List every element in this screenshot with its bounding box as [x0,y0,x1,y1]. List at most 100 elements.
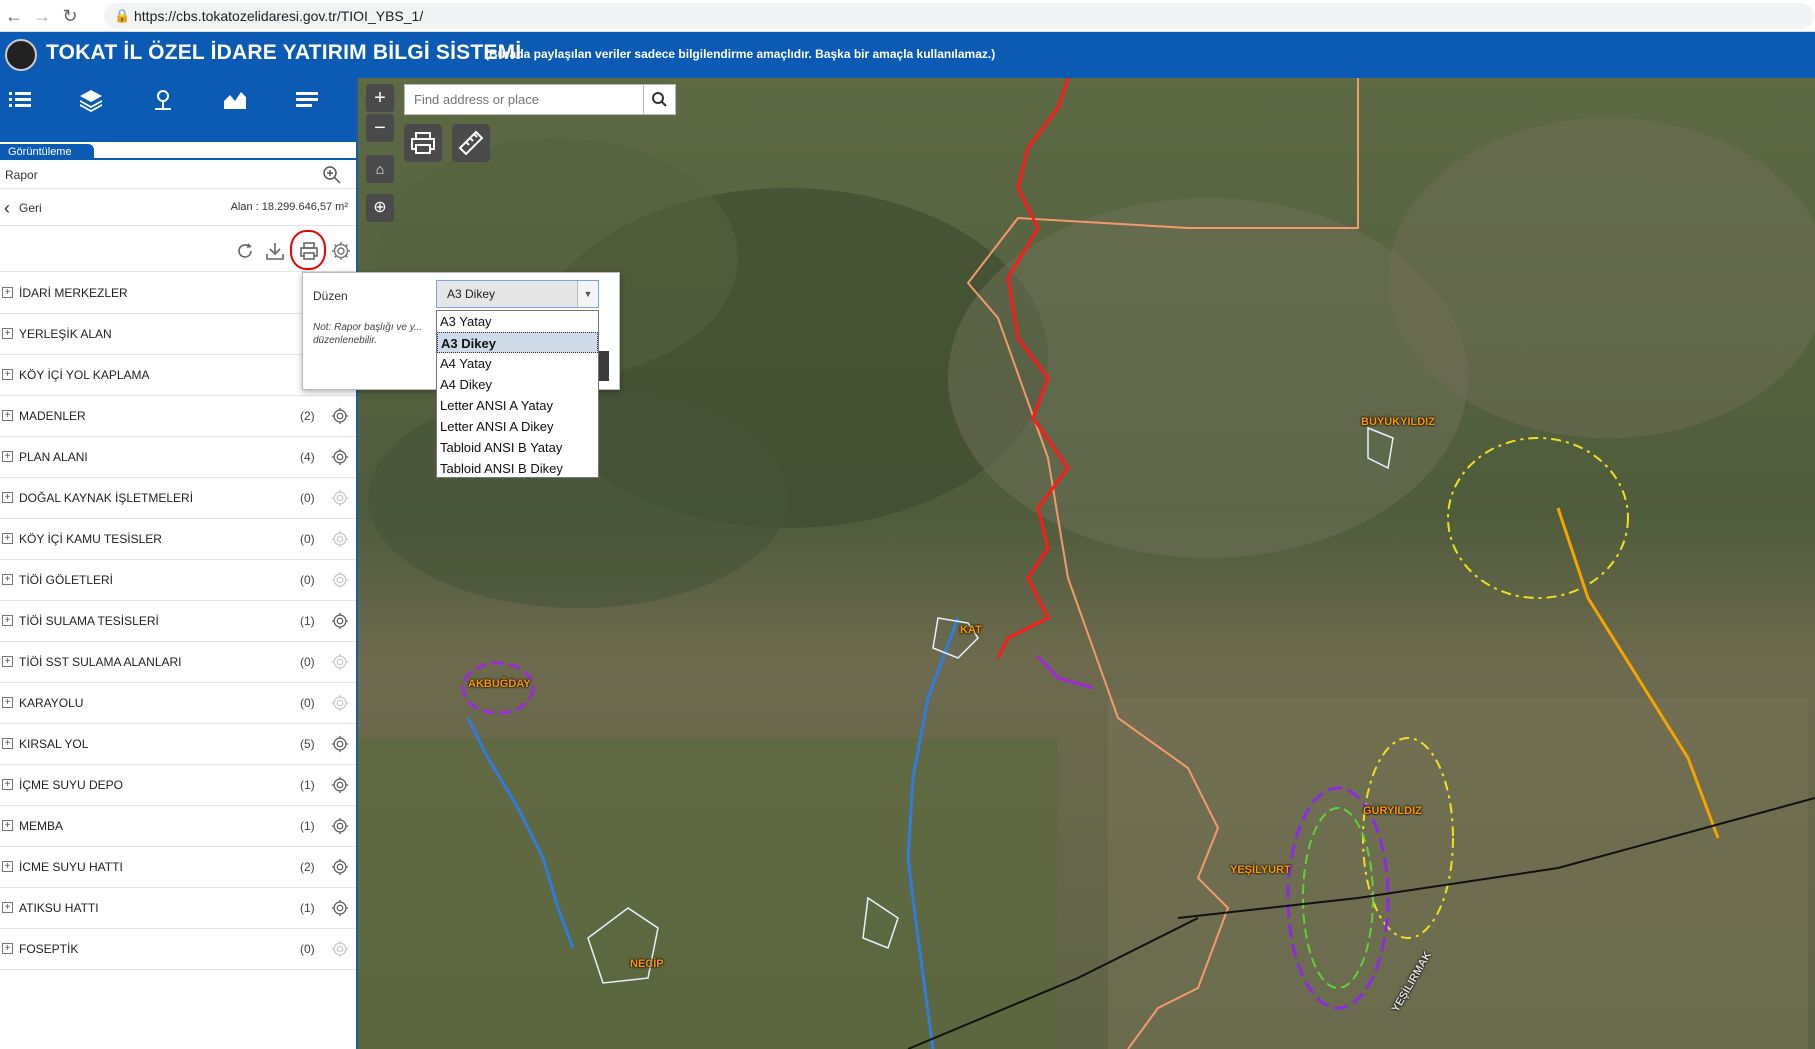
layer-row[interactable]: + KARAYOLU (0) [0,683,356,724]
layer-name: TİÖİ SULAMA TESİSLERİ [19,614,159,628]
layer-row[interactable]: + MADENLER (2) [0,396,356,437]
layout-option[interactable]: Tabloid ANSI B Yatay [437,437,598,458]
layer-name: İDARİ MERKEZLER [19,286,128,300]
expand-plus-icon[interactable]: + [2,492,13,503]
ruler-icon [458,130,484,156]
gear-icon[interactable] [330,816,350,836]
expand-plus-icon[interactable]: + [2,820,13,831]
layout-select-value: A3 Dikey [447,287,496,301]
back-link[interactable]: Geri [19,201,42,215]
layer-row[interactable]: + İCME SUYU HATTI (2) [0,847,356,888]
map-search-input[interactable] [406,86,644,113]
layer-row[interactable]: + FOSEPTİK (0) [0,929,356,970]
gear-icon[interactable] [330,898,350,918]
back-row: ‹ Geri Alan : 18.299.646,57 m² [0,190,356,226]
layer-count: (2) [300,860,315,874]
layout-select[interactable]: A3 Dikey ▼ [436,280,599,308]
layers-icon[interactable] [77,87,105,113]
layout-option[interactable]: Letter ANSI A Yatay [437,395,598,416]
expand-plus-icon[interactable]: + [2,369,13,380]
layer-row[interactable]: + PLAN ALANI (4) [0,437,356,478]
sidebar-subbar [0,122,356,142]
layer-row[interactable]: + KIRSAL YOL (5) [0,724,356,765]
expand-plus-icon[interactable]: + [2,902,13,913]
layer-row[interactable]: + İÇME SUYU DEPO (1) [0,765,356,806]
search-button[interactable] [643,85,675,114]
layer-row[interactable]: + TİÖİ SST SULAMA ALANLARI (0) [0,642,356,683]
layer-row[interactable]: + TİÖİ SULAMA TESİSLERİ (1) [0,601,356,642]
expand-plus-icon[interactable]: + [2,574,13,585]
forward-arrow-icon[interactable]: → [30,4,54,28]
refresh-icon[interactable] [234,240,256,262]
locate-button[interactable]: ⊕ [366,194,394,222]
layout-option[interactable]: A4 Dikey [437,374,598,395]
gear-icon[interactable] [330,857,350,877]
gear-icon[interactable] [330,447,350,467]
layer-name: MADENLER [19,409,86,423]
layer-row[interactable]: + DOĞAL KAYNAK İŞLETMELERİ (0) [0,478,356,519]
layout-option[interactable]: Letter ANSI A Dikey [437,416,598,437]
menu-icon[interactable] [293,87,321,113]
logo [5,39,37,71]
layer-name: İÇME SUYU DEPO [19,778,124,792]
url-text[interactable]: https://cbs.tokatozelidaresi.gov.tr/TIOI… [134,8,423,24]
layer-row[interactable]: + TİÖİ GÖLETLERİ (0) [0,560,356,601]
expand-plus-icon[interactable]: + [2,943,13,954]
expand-plus-icon[interactable]: + [2,738,13,749]
measure-button[interactable] [452,124,490,162]
zoom-in-button[interactable]: + [366,84,394,112]
expand-plus-icon[interactable]: + [2,451,13,462]
chart-icon[interactable] [221,87,249,113]
gear-icon [331,940,349,958]
expand-plus-icon[interactable]: + [2,328,13,339]
layer-count: (1) [300,819,315,833]
layer-row[interactable]: + MEMBA (1) [0,806,356,847]
chevron-down-icon[interactable]: ▼ [577,281,598,307]
layer-row[interactable]: + ATIKSU HATTI (1) [0,888,356,929]
gear-icon [331,571,349,589]
popup-note: Not: Rapor başlığı ve y... düzenlenebili… [313,322,423,346]
expand-plus-icon[interactable]: + [2,697,13,708]
expand-plus-icon[interactable]: + [2,287,13,298]
home-button[interactable]: ⌂ [366,155,394,183]
gear-icon[interactable] [330,775,350,795]
gear-icon[interactable] [330,240,352,262]
address-bar[interactable]: 🔒 https://cbs.tokatozelidaresi.gov.tr/TI… [104,3,1814,29]
layout-option[interactable]: A4 Yatay [437,353,598,374]
layer-name: TİÖİ GÖLETLERİ [19,573,114,587]
back-arrow-icon[interactable]: ← [2,4,26,28]
layer-name: PLAN ALANI [19,450,88,464]
print-map-button[interactable] [404,124,442,162]
gear-icon[interactable] [330,406,350,426]
expand-plus-icon[interactable]: + [2,861,13,872]
expand-plus-icon[interactable]: + [2,410,13,421]
reload-icon[interactable]: ↻ [58,4,82,28]
list-icon[interactable] [6,87,34,113]
satellite-map[interactable] [358,78,1815,1049]
download-icon[interactable] [264,240,286,262]
layer-row[interactable]: + KÖY İÇİ KAMU TESİSLER (0) [0,519,356,560]
report-search-text[interactable]: Rapor [5,168,38,182]
zoom-in-icon[interactable] [322,165,342,185]
tab-goruntuleme[interactable]: Görüntüleme [0,144,94,160]
place-label: BÜYÜKYILDIZ [1361,416,1435,428]
layout-option[interactable]: A3 Yatay [437,311,598,332]
layer-name: FOSEPTİK [19,942,79,956]
layer-name: TİÖİ SST SULAMA ALANLARI [19,655,182,669]
expand-plus-icon[interactable]: + [2,533,13,544]
layer-name: KARAYOLU [19,696,84,710]
expand-plus-icon[interactable]: + [2,615,13,626]
chevron-left-icon[interactable]: ‹ [4,198,10,219]
zoom-out-button[interactable]: − [366,114,394,142]
report-search-row: Rapor [0,161,356,189]
gear-icon[interactable] [330,611,350,631]
map-view[interactable]: AKBUĞDAY NECİP BÜYÜKYILDIZ GÜRYILDIZ YEŞ… [358,78,1815,1049]
layout-option[interactable]: Tabloid ANSI B Dikey [437,458,598,479]
layout-option-selected[interactable]: A3 Dikey [437,332,598,353]
expand-plus-icon[interactable]: + [2,656,13,667]
location-pin-icon[interactable] [149,87,177,113]
layer-name: KÖY İÇİ KAMU TESİSLER [19,532,162,546]
gear-icon[interactable] [330,734,350,754]
expand-plus-icon[interactable]: + [2,779,13,790]
report-actions [0,226,356,272]
